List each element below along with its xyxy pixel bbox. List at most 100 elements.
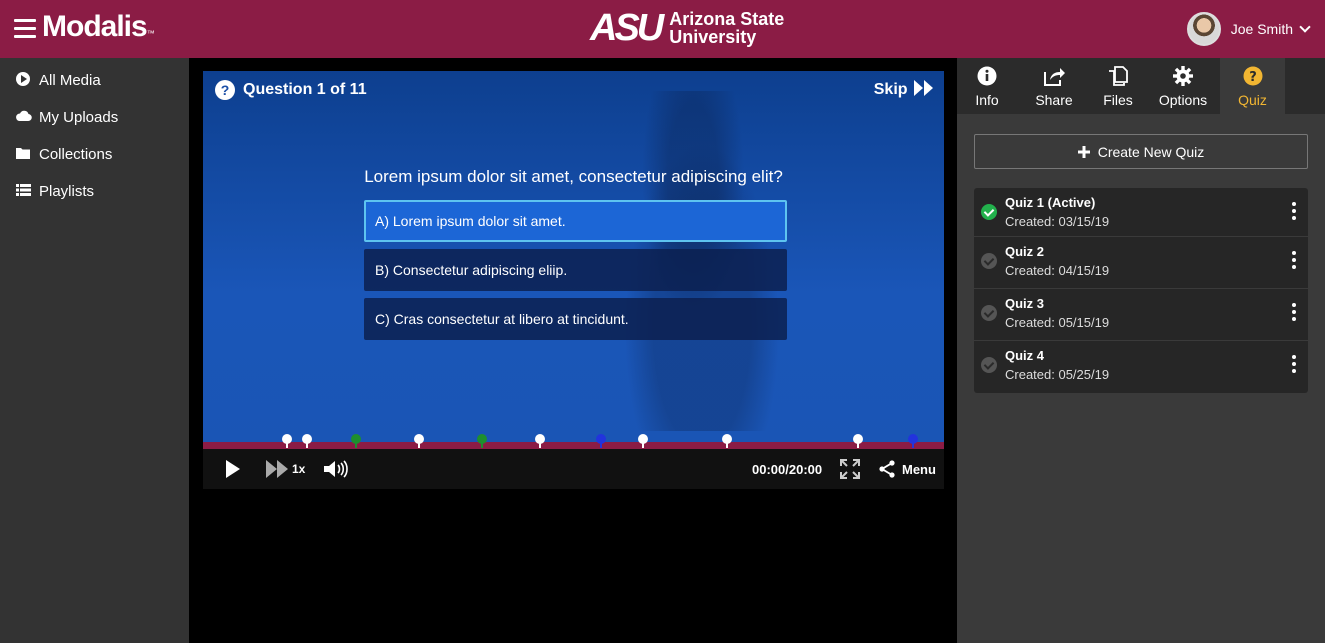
quiz-marker[interactable] <box>301 434 312 448</box>
share-nodes-icon <box>879 460 895 478</box>
folder-icon <box>15 147 31 162</box>
more-options-icon[interactable] <box>1292 303 1296 324</box>
sidebar-item-all-media[interactable]: All Media <box>0 62 189 99</box>
quiz-marker[interactable] <box>414 434 425 448</box>
check-circle-icon <box>981 357 997 373</box>
question-counter: Question 1 of 11 <box>243 81 367 98</box>
tab-share[interactable]: Share <box>1021 58 1087 114</box>
list-item[interactable]: Quiz 4 Created: 05/25/19 <box>974 341 1308 393</box>
info-icon <box>957 66 1017 90</box>
plus-icon <box>1077 145 1090 158</box>
quiz-created-date: Created: 04/15/19 <box>1005 263 1110 278</box>
speed-button[interactable]: 1x <box>266 449 305 489</box>
avatar <box>1186 12 1221 46</box>
volume-icon <box>324 460 348 478</box>
question-icon: ? <box>1220 66 1285 90</box>
quiz-marker[interactable] <box>351 434 362 448</box>
right-panel: Info Share Files Options ? Quiz Create N… <box>957 58 1325 643</box>
modalis-logo[interactable]: Modalis™ <box>42 10 155 44</box>
sidebar-item-collections[interactable]: Collections <box>0 136 189 173</box>
panel-tabs: Info Share Files Options ? Quiz <box>957 58 1325 114</box>
user-name: Joe Smith <box>1230 21 1293 37</box>
progress-bar[interactable] <box>203 434 944 449</box>
hamburger-menu-icon[interactable] <box>14 19 36 39</box>
check-circle-icon <box>981 305 997 321</box>
list-item[interactable]: Quiz 1 (Active) Created: 03/15/19 <box>974 188 1308 237</box>
tab-label: Files <box>1103 92 1133 108</box>
quiz-question: Lorem ipsum dolor sit amet, consectetur … <box>364 167 783 186</box>
quiz-marker[interactable] <box>907 434 918 448</box>
sidebar-item-playlists[interactable]: Playlists <box>0 173 189 210</box>
asu-line1: Arizona State <box>669 9 785 29</box>
quiz-name: Quiz 4 <box>1005 348 1045 363</box>
tab-files[interactable]: Files <box>1091 58 1145 114</box>
share-icon <box>1021 66 1087 90</box>
svg-text:?: ? <box>1249 70 1257 85</box>
fullscreen-icon <box>840 459 860 479</box>
answer-option-c[interactable]: C) Cras consectetur at libero at tincidu… <box>364 298 787 340</box>
user-menu[interactable]: Joe Smith <box>1186 12 1311 46</box>
quiz-marker[interactable] <box>721 434 732 448</box>
sidebar-item-label: Collections <box>39 146 113 163</box>
files-icon <box>1091 66 1145 90</box>
quiz-marker[interactable] <box>638 434 649 448</box>
quiz-marker[interactable] <box>476 434 487 448</box>
sidebar-item-my-uploads[interactable]: My Uploads <box>0 99 189 136</box>
tab-label: Quiz <box>1238 92 1267 108</box>
sidebar: All Media My Uploads Collections Playlis… <box>0 58 189 643</box>
quiz-marker[interactable] <box>853 434 864 448</box>
answer-option-a[interactable]: A) Lorem ipsum dolor sit amet. <box>364 200 787 242</box>
quiz-name: Quiz 3 <box>1005 296 1045 311</box>
create-new-quiz-button[interactable]: Create New Quiz <box>974 134 1308 169</box>
create-quiz-label: Create New Quiz <box>1097 143 1205 160</box>
skip-label: Skip <box>873 81 908 98</box>
quiz-name: Quiz 2 <box>1005 244 1045 259</box>
speed-label: 1x <box>292 462 306 476</box>
brand-name: Modalis <box>42 10 148 43</box>
tab-options[interactable]: Options <box>1150 58 1216 114</box>
asu-mark: ASU <box>590 7 664 49</box>
play-button[interactable] <box>226 449 240 489</box>
tab-quiz[interactable]: ? Quiz <box>1220 58 1285 114</box>
video-player: ? Question 1 of 11 Skip Lorem ipsum dolo… <box>203 71 944 489</box>
more-options-icon[interactable] <box>1292 202 1296 223</box>
more-options-icon[interactable] <box>1292 251 1296 272</box>
tab-info[interactable]: Info <box>957 58 1017 114</box>
video-frame[interactable]: ? Question 1 of 11 Skip Lorem ipsum dolo… <box>203 71 944 443</box>
time-display: 00:00/20:00 <box>752 461 823 477</box>
quiz-created-date: Created: 03/15/19 <box>1005 214 1110 229</box>
check-circle-icon <box>981 253 997 269</box>
answer-option-b[interactable]: B) Consectetur adipiscing eliip. <box>364 249 787 291</box>
fast-forward-icon <box>266 460 288 478</box>
list-item[interactable]: Quiz 3 Created: 05/15/19 <box>974 289 1308 341</box>
menu-button[interactable]: Menu <box>878 449 936 489</box>
quiz-marker[interactable] <box>535 434 546 448</box>
sidebar-item-label: Playlists <box>39 183 95 200</box>
asu-wordmark: Arizona State University <box>669 10 784 46</box>
cloud-icon <box>15 110 32 125</box>
quiz-marker[interactable] <box>281 434 292 448</box>
menu-label: Menu <box>902 461 936 477</box>
fast-forward-icon <box>914 80 933 96</box>
gear-icon <box>1150 66 1216 90</box>
list-icon <box>15 184 31 199</box>
quiz-marker[interactable] <box>595 434 606 448</box>
quiz-list: Quiz 1 (Active) Created: 03/15/19 Quiz 2… <box>974 188 1308 393</box>
more-options-icon[interactable] <box>1292 355 1296 376</box>
player-controls: 1x 00:00/20:00 Menu <box>203 449 944 489</box>
skip-button[interactable]: Skip <box>874 80 934 99</box>
question-header: ? Question 1 of 11 <box>215 80 367 100</box>
tab-label: Share <box>1035 92 1073 108</box>
quiz-created-date: Created: 05/15/19 <box>1005 315 1110 330</box>
chevron-down-icon <box>1299 21 1311 33</box>
tab-label: Info <box>975 92 999 108</box>
list-item[interactable]: Quiz 2 Created: 04/15/19 <box>974 237 1308 289</box>
brand-trademark: ™ <box>146 29 155 38</box>
quiz-name: Quiz 1 (Active) <box>1005 195 1096 210</box>
volume-button[interactable] <box>323 449 349 489</box>
asu-line2: University <box>669 27 757 47</box>
fullscreen-button[interactable] <box>840 449 860 489</box>
asu-logo: ASU Arizona State University <box>590 7 784 49</box>
sidebar-item-label: My Uploads <box>39 109 119 126</box>
check-circle-icon <box>981 204 997 220</box>
